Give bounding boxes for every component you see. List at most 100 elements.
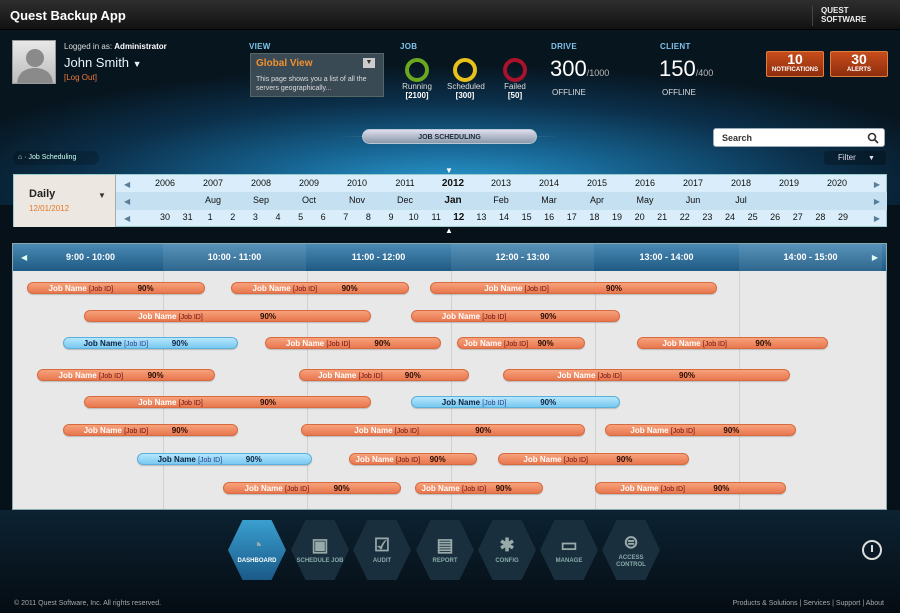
- day-prev-icon[interactable]: ◀: [124, 214, 130, 223]
- job-bar[interactable]: Job Name [Job ID] 90%: [457, 337, 585, 349]
- month-label[interactable]: May: [636, 195, 653, 205]
- day-label[interactable]: 31: [183, 212, 193, 222]
- day-label[interactable]: 1: [208, 212, 213, 222]
- month-label[interactable]: Jul: [735, 195, 747, 205]
- view-dropdown-icon[interactable]: ▼: [363, 58, 375, 68]
- year-label[interactable]: 2013: [491, 178, 511, 188]
- year-label[interactable]: 2008: [251, 178, 271, 188]
- day-label[interactable]: 28: [815, 212, 825, 222]
- year-label[interactable]: 2020: [827, 178, 847, 188]
- month-prev-icon[interactable]: ◀: [124, 197, 130, 206]
- job-bar[interactable]: Job Name [Job ID] 90%: [430, 282, 717, 294]
- year-label[interactable]: 2018: [731, 178, 751, 188]
- job-bar[interactable]: Job Name [Job ID] 90%: [349, 453, 477, 465]
- day-label[interactable]: 18: [589, 212, 599, 222]
- breadcrumb[interactable]: ⌂ · Job Scheduling: [13, 151, 99, 165]
- month-label[interactable]: Sep: [253, 195, 269, 205]
- filter-button[interactable]: Filter ▼: [824, 151, 886, 165]
- alerts-button[interactable]: 30 ALERTS: [830, 51, 888, 77]
- month-label[interactable]: Jan: [444, 195, 461, 206]
- job-bar[interactable]: Job Name [Job ID] 90%: [63, 337, 238, 349]
- day-label[interactable]: 30: [160, 212, 170, 222]
- month-label[interactable]: Aug: [205, 195, 221, 205]
- job-running[interactable]: Running [2100]: [401, 58, 433, 100]
- day-label[interactable]: 12: [453, 212, 464, 223]
- job-bar[interactable]: Job Name [Job ID] 90%: [84, 310, 371, 322]
- job-bar[interactable]: Job Name [Job ID] 90%: [299, 369, 469, 381]
- job-scheduled[interactable]: Scheduled [300]: [447, 58, 485, 100]
- job-bar[interactable]: Job Name [Job ID] 90%: [411, 396, 620, 408]
- day-label[interactable]: 23: [702, 212, 712, 222]
- day-label[interactable]: 19: [612, 212, 622, 222]
- day-label[interactable]: 25: [748, 212, 758, 222]
- user-menu[interactable]: John Smith ▼: [64, 55, 142, 70]
- nav-audit[interactable]: ☑ AUDIT: [352, 520, 412, 588]
- year-label[interactable]: 2007: [203, 178, 223, 188]
- day-label[interactable]: 27: [793, 212, 803, 222]
- day-label[interactable]: 26: [770, 212, 780, 222]
- footer-link-products[interactable]: Products & Solutions: [733, 600, 798, 607]
- year-label[interactable]: 2017: [683, 178, 703, 188]
- day-label[interactable]: 7: [343, 212, 348, 222]
- job-bar[interactable]: Job Name [Job ID] 90%: [63, 424, 238, 436]
- day-label[interactable]: 14: [499, 212, 509, 222]
- job-failed[interactable]: Failed [50]: [497, 58, 533, 100]
- footer-link-services[interactable]: Services: [803, 600, 830, 607]
- month-label[interactable]: Nov: [349, 195, 365, 205]
- day-label[interactable]: 20: [635, 212, 645, 222]
- job-bar[interactable]: Job Name [Job ID] 90%: [27, 282, 205, 294]
- day-label[interactable]: 16: [544, 212, 554, 222]
- job-bar[interactable]: Job Name [Job ID] 90%: [37, 369, 215, 381]
- job-bar[interactable]: Job Name [Job ID] 90%: [595, 482, 786, 494]
- day-label[interactable]: 10: [409, 212, 419, 222]
- month-label[interactable]: Apr: [590, 195, 604, 205]
- year-label[interactable]: 2019: [779, 178, 799, 188]
- job-bar[interactable]: Job Name [Job ID] 90%: [301, 424, 585, 436]
- year-label[interactable]: 2014: [539, 178, 559, 188]
- year-next-icon[interactable]: ▶: [874, 180, 880, 189]
- year-label[interactable]: 2015: [587, 178, 607, 188]
- job-bar[interactable]: Job Name [Job ID] 90%: [637, 337, 828, 349]
- period-selector[interactable]: Daily ▼ 12/01/2012: [14, 175, 116, 227]
- day-label[interactable]: 22: [680, 212, 690, 222]
- day-label[interactable]: 24: [725, 212, 735, 222]
- year-label[interactable]: 2011: [395, 178, 414, 188]
- year-label[interactable]: 2012: [442, 178, 464, 189]
- logout-link[interactable]: [Log Out]: [64, 73, 97, 82]
- nav-config[interactable]: ✱ CONFIG: [477, 520, 537, 588]
- day-label[interactable]: 11: [432, 212, 441, 222]
- nav-manage[interactable]: ▭ MANAGE: [539, 520, 599, 588]
- year-label[interactable]: 2009: [299, 178, 319, 188]
- year-label[interactable]: 2016: [635, 178, 655, 188]
- day-label[interactable]: 17: [567, 212, 577, 222]
- footer-link-about[interactable]: About: [866, 600, 884, 607]
- year-prev-icon[interactable]: ◀: [124, 180, 130, 189]
- job-bar[interactable]: Job Name [Job ID] 90%: [137, 453, 312, 465]
- day-label[interactable]: 29: [838, 212, 848, 222]
- month-label[interactable]: Mar: [541, 195, 557, 205]
- day-label[interactable]: 21: [657, 212, 667, 222]
- nav-access-control[interactable]: ⊜ ACCESS CONTROL: [601, 520, 661, 588]
- month-label[interactable]: Dec: [397, 195, 413, 205]
- job-bar[interactable]: Job Name [Job ID] 90%: [84, 396, 371, 408]
- day-label[interactable]: 4: [275, 212, 280, 222]
- year-label[interactable]: 2006: [155, 178, 175, 188]
- month-label[interactable]: Feb: [493, 195, 509, 205]
- day-next-icon[interactable]: ▶: [874, 214, 880, 223]
- day-label[interactable]: 15: [522, 212, 532, 222]
- timer-icon[interactable]: [862, 540, 882, 560]
- nav-dashboard[interactable]: ◔ DASHBOARD: [227, 520, 287, 588]
- job-bar[interactable]: Job Name [Job ID] 90%: [411, 310, 620, 322]
- job-bar[interactable]: Job Name [Job ID] 90%: [223, 482, 401, 494]
- day-label[interactable]: 2: [230, 212, 235, 222]
- day-label[interactable]: 13: [476, 212, 486, 222]
- nav-schedule-job[interactable]: ▣ SCHEDULE JOB: [290, 520, 350, 588]
- month-label[interactable]: Oct: [302, 195, 316, 205]
- job-bar[interactable]: Job Name [Job ID] 90%: [503, 369, 790, 381]
- job-bar[interactable]: Job Name [Job ID] 90%: [605, 424, 796, 436]
- view-selector[interactable]: Global View ▼ This page shows you a list…: [250, 53, 384, 97]
- day-label[interactable]: 6: [321, 212, 326, 222]
- search-input[interactable]: Search: [713, 128, 885, 147]
- job-bar[interactable]: Job Name [Job ID] 90%: [498, 453, 689, 465]
- month-label[interactable]: Jun: [686, 195, 701, 205]
